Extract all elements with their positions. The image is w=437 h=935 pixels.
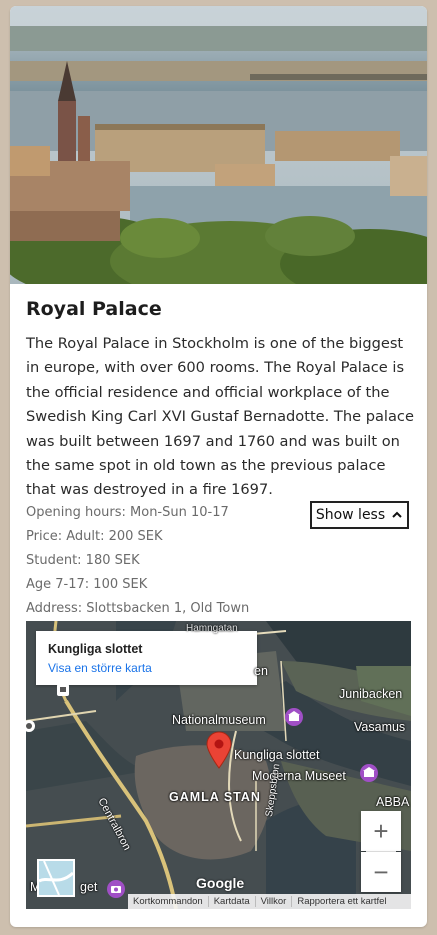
- show-less-label: Show less: [315, 507, 386, 523]
- label-junibacken[interactable]: Junibacken: [339, 687, 402, 701]
- label-left-partial: en: [254, 664, 268, 678]
- attraction-title: Royal Palace: [26, 298, 162, 320]
- zoom-out-button[interactable]: −: [361, 852, 401, 892]
- map-type-toggle[interactable]: [37, 859, 75, 897]
- museum-poi-icon-2[interactable]: [359, 763, 379, 783]
- price-student: Student: 180 SEK: [26, 553, 140, 568]
- address: Address: Slottsbacken 1, Old Town: [26, 601, 250, 616]
- price-adult: Price: Adult: 200 SEK: [26, 529, 163, 544]
- footer-terms[interactable]: Villkor: [254, 896, 292, 907]
- price-age: Age 7-17: 100 SEK: [26, 577, 148, 592]
- attraction-card: Royal Palace The Royal Palace in Stockho…: [10, 6, 427, 927]
- footer-mapdata[interactable]: Kartdata: [207, 896, 255, 907]
- location-icon[interactable]: [26, 719, 36, 733]
- show-less-button[interactable]: Show less: [310, 501, 409, 529]
- embedded-map[interactable]: Kungliga slottet Visa en större karta Ha…: [26, 621, 411, 909]
- opening-hours: Opening hours: Mon-Sun 10-17: [26, 505, 229, 520]
- label-vasamuseet[interactable]: Vasamus: [354, 720, 405, 734]
- footer-report[interactable]: Rapportera ett kartfel: [291, 896, 391, 907]
- larger-map-link[interactable]: Visa en större karta: [48, 661, 152, 675]
- label-moderna-museet[interactable]: Moderna Museet: [252, 769, 346, 783]
- zoom-in-button[interactable]: +: [361, 811, 401, 851]
- place-name: Kungliga slottet: [48, 642, 143, 656]
- label-abba[interactable]: ABBA: [376, 795, 409, 809]
- camera-poi-icon[interactable]: [106, 879, 126, 899]
- map-layer-icon: [39, 861, 73, 895]
- attraction-description: The Royal Palace in Stockholm is one of …: [26, 335, 414, 499]
- transit-icon[interactable]: [57, 684, 69, 696]
- map-pin-icon[interactable]: [206, 731, 232, 769]
- label-kungliga-slottet[interactable]: Kungliga slottet: [234, 748, 319, 762]
- label-nationalmuseum[interactable]: Nationalmuseum: [172, 713, 266, 727]
- map-footer: Kortkommandon Kartdata Villkor Rapporter…: [128, 894, 411, 909]
- museum-poi-icon[interactable]: [284, 707, 304, 727]
- chevron-up-icon: [392, 511, 402, 518]
- label-partial-get: get: [80, 880, 98, 894]
- palace-photo: [10, 6, 427, 284]
- google-logo: Google: [196, 875, 245, 891]
- footer-shortcuts[interactable]: Kortkommandon: [128, 896, 208, 907]
- label-gamla-stan: GAMLA STAN: [169, 790, 261, 804]
- place-info-box: Kungliga slottet Visa en större karta: [36, 631, 257, 685]
- street-label-top: Hamngatan: [186, 623, 238, 634]
